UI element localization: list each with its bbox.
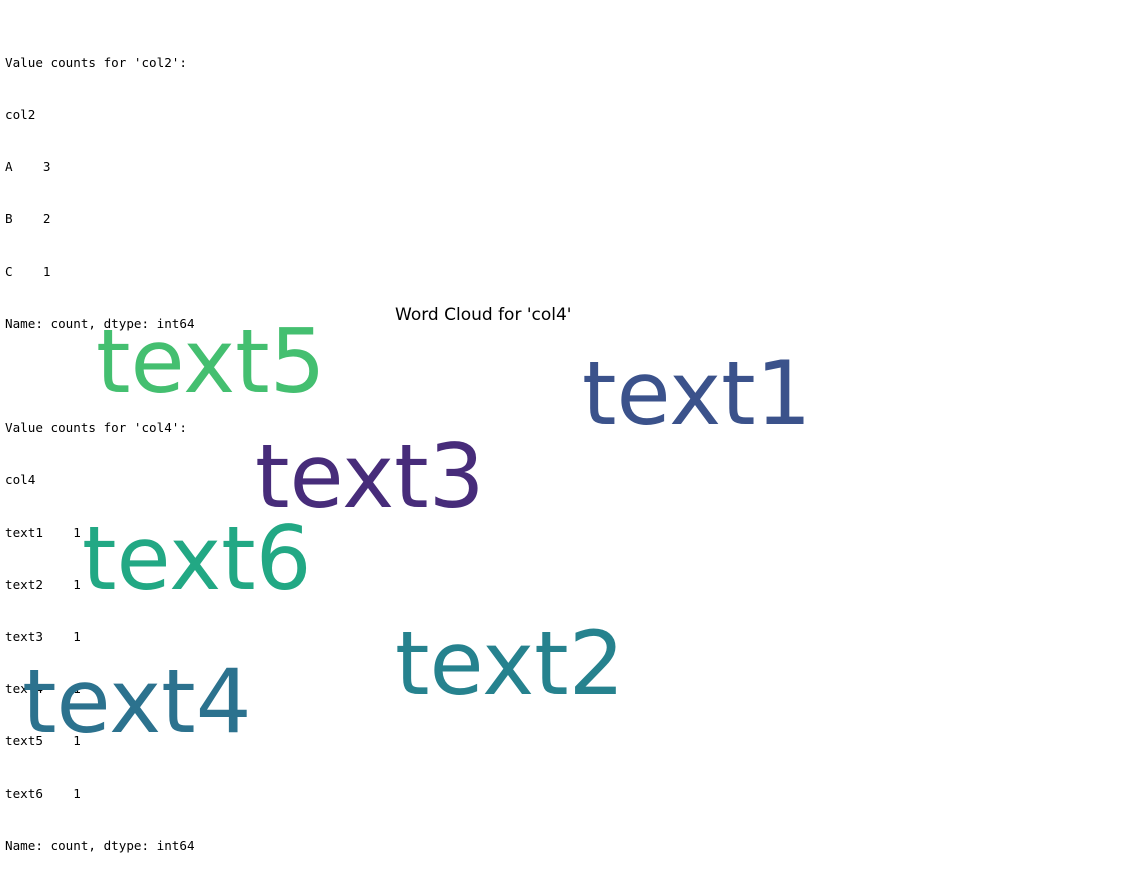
cloud-word-text5: text5	[96, 310, 326, 413]
output-line: C 1	[5, 263, 51, 279]
output-line: Name: count, dtype: int64	[5, 837, 195, 853]
cloud-word-text1: text1	[582, 342, 812, 445]
cloud-word-text6: text6	[82, 507, 312, 610]
word-cloud-figure: Word Cloud for 'col4' text5 text1 text3 …	[0, 300, 960, 760]
output-line: A 3	[5, 159, 51, 175]
output-line: col2	[5, 107, 36, 123]
cloud-word-text2: text2	[395, 612, 625, 715]
output-line: Value counts for 'col2':	[5, 54, 187, 70]
output-line: B 2	[5, 211, 51, 227]
cloud-word-text4: text4	[22, 650, 252, 753]
figure-title: Word Cloud for 'col4'	[395, 305, 572, 325]
output-line: text6 1	[5, 785, 81, 801]
